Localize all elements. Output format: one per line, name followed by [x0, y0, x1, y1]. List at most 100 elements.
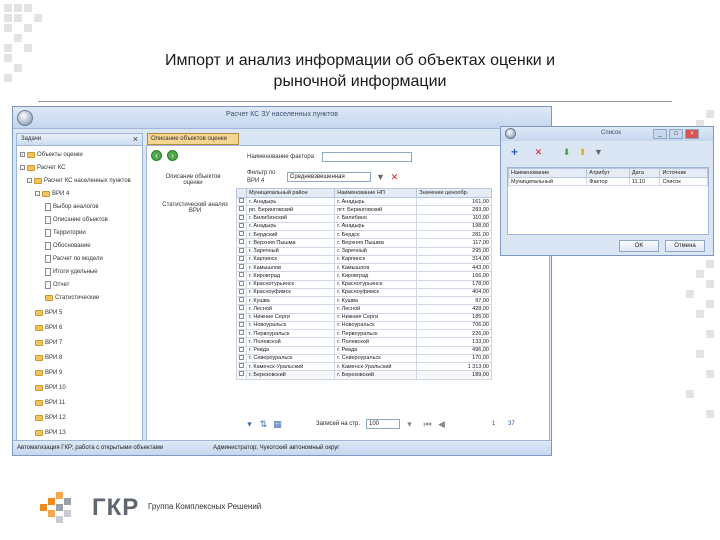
- table-row[interactable]: г. Новоуральск г. Новоуральск 706,00: [236, 320, 492, 331]
- tree-item[interactable]: - Расчет КС населенных пунктов: [27, 174, 131, 187]
- prev-page-icon[interactable]: ◀: [436, 419, 447, 430]
- checkbox[interactable]: [239, 330, 244, 336]
- tree-item[interactable]: Описание объектов: [45, 213, 108, 226]
- checkbox[interactable]: [239, 239, 244, 245]
- checkbox[interactable]: [239, 264, 244, 270]
- sort-icon[interactable]: ⇅: [258, 419, 269, 430]
- table-row[interactable]: рп. Беринговский пгт. Беринговский 283,00: [236, 205, 492, 215]
- filter-icon[interactable]: ▼: [375, 172, 386, 183]
- table-row[interactable]: г. Билибинский г. Билибино 110,00: [236, 213, 492, 223]
- checkbox[interactable]: [239, 297, 244, 303]
- maximize-icon[interactable]: □: [669, 129, 683, 139]
- table-row[interactable]: г. Полевской г. Полевской 133,00: [236, 337, 492, 347]
- table-row[interactable]: г. Карпинск г. Карпинск 314,00: [236, 254, 492, 265]
- add-icon[interactable]: +: [509, 146, 520, 158]
- delete-icon[interactable]: ✕: [533, 147, 544, 158]
- table-row[interactable]: г. Анадырь г. Анадырь 161,00: [236, 196, 492, 207]
- checkbox[interactable]: [239, 272, 244, 278]
- dropdown-icon[interactable]: ▾: [404, 419, 415, 430]
- collapse-icon[interactable]: -: [27, 178, 32, 183]
- checkbox[interactable]: [239, 338, 244, 344]
- tree-item[interactable]: ВРИ 5: [35, 306, 62, 319]
- table-row[interactable]: г. Анадырь г. Анадырь 198,00: [236, 221, 492, 232]
- close-icon[interactable]: ×: [685, 129, 699, 139]
- table-row[interactable]: г. Верхняя Пышма г. Верхняя Пышма 117,00: [236, 238, 492, 248]
- filter-toggle-icon[interactable]: ▾: [244, 419, 255, 430]
- tree-item[interactable]: ВРИ 10: [35, 381, 66, 394]
- tree-item[interactable]: ВРИ 13: [35, 426, 66, 439]
- table-row[interactable]: г. Кушва г. Кушва 97,00: [236, 295, 492, 306]
- dialog-orb-icon[interactable]: [505, 128, 516, 139]
- checkbox[interactable]: [239, 223, 244, 228]
- table-row[interactable]: г. Лесной г. Лесной 428,00: [236, 304, 492, 314]
- checkbox[interactable]: [239, 305, 244, 311]
- table-row[interactable]: г. Заречный г. Заречный 295,00: [236, 246, 492, 256]
- checkbox[interactable]: [239, 281, 244, 286]
- tree-item[interactable]: ВРИ 8: [35, 351, 62, 364]
- checkbox[interactable]: [239, 289, 244, 294]
- table-row[interactable]: г. Первоуральск г. Первоуральск 226,00: [236, 328, 492, 339]
- table-row[interactable]: г. Североуральск г. Североуральск 170,00: [236, 353, 492, 364]
- tree-item[interactable]: Итоги удельные: [45, 265, 98, 278]
- table-row[interactable]: г. Краснотурьинск г. Краснотурьинск 178,00: [236, 279, 492, 289]
- factor-input[interactable]: [322, 152, 412, 162]
- table-row[interactable]: г. Кировград г. Кировград 166,00: [236, 271, 492, 281]
- column-header[interactable]: Наименование: [507, 168, 588, 178]
- tree-item[interactable]: Выбор аналогов: [45, 200, 99, 213]
- checkbox[interactable]: [239, 256, 244, 261]
- tree-item[interactable]: ВРИ 6: [35, 321, 62, 334]
- expand-icon[interactable]: +: [20, 152, 25, 157]
- table-row[interactable]: г. Нижние Серги г. Нижние Серги 185,00: [236, 312, 492, 322]
- tree-item[interactable]: Обоснование: [45, 239, 91, 252]
- tree-item[interactable]: - Расчет КС: [20, 161, 66, 174]
- table-row[interactable]: г. Березовский г. Березовский 189,00: [236, 370, 492, 380]
- checkbox[interactable]: [239, 355, 244, 360]
- import-icon[interactable]: ⬇: [561, 147, 572, 158]
- forward-arrow-icon[interactable]: ›: [167, 150, 178, 161]
- table-row[interactable]: г. Каменск-Уральский г. Каменск-Уральский…: [236, 361, 492, 372]
- checkbox[interactable]: [239, 198, 244, 204]
- filter-input[interactable]: Средневзвешенная: [287, 172, 371, 182]
- tree-item[interactable]: Расчет по модели: [45, 252, 103, 265]
- checkbox[interactable]: [239, 215, 244, 220]
- checkbox[interactable]: [239, 363, 244, 369]
- tree-item[interactable]: ВРИ 9: [35, 366, 62, 379]
- checkbox[interactable]: [239, 248, 244, 253]
- tree-item[interactable]: ВРИ 11: [35, 396, 65, 409]
- checkbox[interactable]: [239, 314, 244, 319]
- table-row[interactable]: г. Бердский г. Бердск 281,00: [236, 229, 492, 240]
- collapse-icon[interactable]: -: [20, 165, 25, 170]
- close-icon[interactable]: ×: [133, 134, 138, 144]
- checkbox[interactable]: [239, 206, 244, 212]
- cancel-button[interactable]: Отмена: [665, 240, 705, 252]
- tree-item[interactable]: Статистические: [45, 291, 99, 304]
- tab-object-description[interactable]: Описание объектов оценки: [147, 133, 239, 145]
- table-row[interactable]: Муниципальный Фактор 11.10 Список: [507, 177, 708, 186]
- clear-filter-icon[interactable]: ✕: [389, 172, 400, 183]
- per-page-input[interactable]: 100: [366, 419, 400, 429]
- first-page-icon[interactable]: ⏮: [422, 419, 433, 430]
- checkbox[interactable]: [239, 371, 244, 377]
- column-header[interactable]: Источник: [659, 168, 708, 178]
- export-icon[interactable]: ▦: [272, 419, 283, 430]
- tree-item[interactable]: ВРИ 12: [35, 411, 66, 424]
- column-header[interactable]: Значение ценообр.: [416, 188, 492, 198]
- tree-item[interactable]: + Объекты оценки: [20, 148, 83, 161]
- checkbox[interactable]: [239, 231, 244, 237]
- ok-button[interactable]: OK: [619, 240, 659, 252]
- checkbox[interactable]: [239, 347, 244, 352]
- column-header[interactable]: Муниципальный район: [245, 188, 336, 198]
- table-row[interactable]: г. Ревда г. Ревда 496,00: [236, 345, 492, 355]
- column-header[interactable]: Наименование НП: [334, 188, 418, 198]
- tree-item[interactable]: Территории: [45, 226, 86, 239]
- minimize-icon[interactable]: _: [653, 129, 667, 139]
- column-header[interactable]: Атрибут: [586, 168, 630, 178]
- tree-item[interactable]: Отчет: [45, 278, 69, 291]
- table-row[interactable]: г. Красноуфимск г. Красноуфимск 404,00: [236, 287, 492, 298]
- select-column-header[interactable]: [236, 188, 247, 198]
- export-icon[interactable]: ⬆: [577, 147, 588, 158]
- table-row[interactable]: г. Камышлов г. Камышлов 443,00: [236, 262, 492, 273]
- tree-item[interactable]: - ВРИ 4: [35, 187, 69, 200]
- filter-icon[interactable]: ▼: [593, 147, 604, 158]
- collapse-icon[interactable]: -: [35, 191, 40, 196]
